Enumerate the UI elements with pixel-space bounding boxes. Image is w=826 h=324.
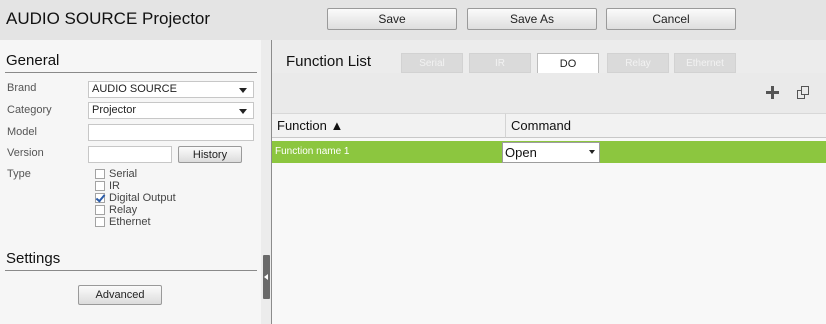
- type-ethernet-label: Ethernet: [109, 215, 151, 228]
- save-button[interactable]: Save: [327, 8, 457, 30]
- command-select[interactable]: Open: [502, 142, 600, 163]
- category-select[interactable]: Projector: [88, 102, 254, 119]
- brand-label: Brand: [7, 82, 37, 94]
- model-label: Model: [7, 126, 37, 138]
- type-serial-label: Serial: [109, 167, 138, 180]
- type-label: Type: [7, 168, 31, 180]
- column-header-function[interactable]: Function ▲: [272, 113, 505, 138]
- chevron-down-icon: [239, 88, 247, 93]
- version-label: Version: [7, 147, 44, 159]
- type-ir-checkbox[interactable]: IR: [95, 180, 120, 192]
- tab-serial[interactable]: Serial: [401, 53, 463, 73]
- tab-ethernet[interactable]: Ethernet: [674, 53, 736, 73]
- settings-section-title: Settings: [6, 250, 61, 267]
- collapse-handle-icon[interactable]: [263, 255, 270, 299]
- chevron-down-icon: [239, 109, 247, 114]
- history-button[interactable]: History: [178, 146, 242, 163]
- checkbox-icon: [95, 181, 105, 191]
- type-serial-checkbox[interactable]: Serial: [95, 168, 137, 180]
- function-name-cell: Function name 1: [275, 146, 350, 157]
- copy-icon[interactable]: [797, 86, 810, 99]
- checkbox-checked-icon: [95, 193, 105, 203]
- type-digital-output-label: Digital Output: [109, 191, 176, 204]
- type-relay-label: Relay: [109, 203, 138, 216]
- category-value: Projector: [92, 104, 137, 116]
- checkbox-icon: [95, 205, 105, 215]
- checkbox-icon: [95, 217, 105, 227]
- function-toolbar: [272, 73, 826, 113]
- type-relay-checkbox[interactable]: Relay: [95, 204, 137, 216]
- brand-select[interactable]: AUDIO SOURCE: [88, 81, 254, 98]
- settings-divider: [5, 270, 257, 271]
- tab-relay[interactable]: Relay: [607, 53, 669, 73]
- function-list-title: Function List: [286, 53, 372, 70]
- advanced-button[interactable]: Advanced: [78, 285, 162, 305]
- tab-do[interactable]: DO: [537, 53, 599, 73]
- save-as-button[interactable]: Save As: [467, 8, 597, 30]
- type-ethernet-checkbox[interactable]: Ethernet: [95, 216, 151, 228]
- checkbox-icon: [95, 169, 105, 179]
- chevron-down-icon: [589, 150, 595, 154]
- type-digital-output-checkbox[interactable]: Digital Output: [95, 192, 176, 204]
- version-input[interactable]: [88, 146, 172, 163]
- column-header-command[interactable]: Command: [505, 113, 826, 138]
- category-label: Category: [7, 104, 52, 116]
- cancel-button[interactable]: Cancel: [606, 8, 736, 30]
- tab-ir[interactable]: IR: [469, 53, 531, 73]
- command-value: Open: [505, 145, 537, 160]
- add-icon[interactable]: [766, 86, 779, 99]
- model-input[interactable]: [88, 124, 254, 141]
- general-divider: [5, 72, 257, 73]
- window-title: AUDIO SOURCE Projector: [6, 9, 211, 28]
- copy-icon-front: [801, 86, 809, 95]
- type-ir-label: IR: [109, 179, 120, 192]
- general-section-title: General: [6, 52, 60, 69]
- brand-value: AUDIO SOURCE: [92, 83, 177, 95]
